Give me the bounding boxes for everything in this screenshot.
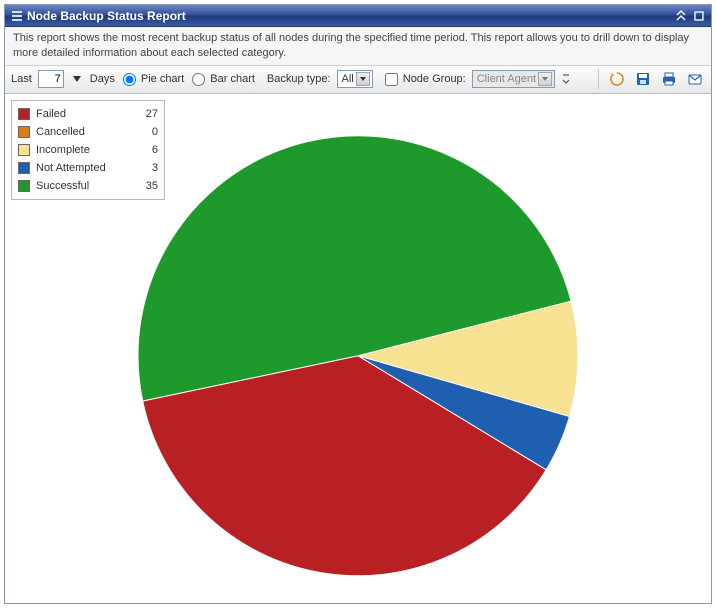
refresh-button[interactable] [607,69,627,89]
legend-swatch [18,108,30,120]
days-label: Days [90,73,115,85]
separator [598,69,599,89]
pie-chart-radio[interactable] [123,73,136,86]
legend-item-failed[interactable]: Failed 27 [18,105,158,123]
report-window: Node Backup Status Report This report sh… [4,4,712,604]
toolbar-overflow[interactable] [561,69,571,89]
bar-chart-radio[interactable] [192,73,205,86]
legend-swatch [18,144,30,156]
collapse-button[interactable] [673,8,689,24]
last-days-dropdown[interactable] [70,70,84,88]
report-title: Node Backup Status Report [27,9,186,23]
bar-chart-label: Bar chart [210,73,255,85]
node-group-label: Node Group: [403,73,466,85]
save-button[interactable] [633,69,653,89]
legend-swatch [18,180,30,192]
maximize-button[interactable] [691,8,707,24]
node-group-select: Client Agent [472,70,555,88]
toolbar: Last Days Pie chart Bar chart Backup typ… [5,66,711,94]
last-label: Last [11,73,32,85]
last-days-input[interactable] [38,70,64,88]
node-group-checkbox[interactable] [385,73,398,86]
legend-label: Failed [36,108,134,120]
report-list-icon [11,10,23,22]
chart-area: Failed27Cancelled0Incomplete6Not Attempt… [5,94,711,603]
legend-label: Successful [36,180,134,192]
legend-label: Incomplete [36,144,134,156]
backup-type-select[interactable]: All [337,70,373,88]
pie-chart-label: Pie chart [141,73,184,85]
legend-label: Cancelled [36,126,134,138]
backup-type-label: Backup type: [267,73,331,85]
node-group-value: Client Agent [477,73,536,85]
dropdown-arrow-icon [538,72,552,86]
title-bar: Node Backup Status Report [5,5,711,27]
legend-swatch [18,126,30,138]
legend-value: 27 [140,108,158,120]
legend-swatch [18,162,30,174]
dropdown-arrow-icon [356,72,370,86]
report-description: This report shows the most recent backup… [5,27,711,66]
pie-chart [128,126,588,589]
backup-type-value: All [342,73,354,85]
legend-label: Not Attempted [36,162,134,174]
print-button[interactable] [659,69,679,89]
email-button[interactable] [685,69,705,89]
